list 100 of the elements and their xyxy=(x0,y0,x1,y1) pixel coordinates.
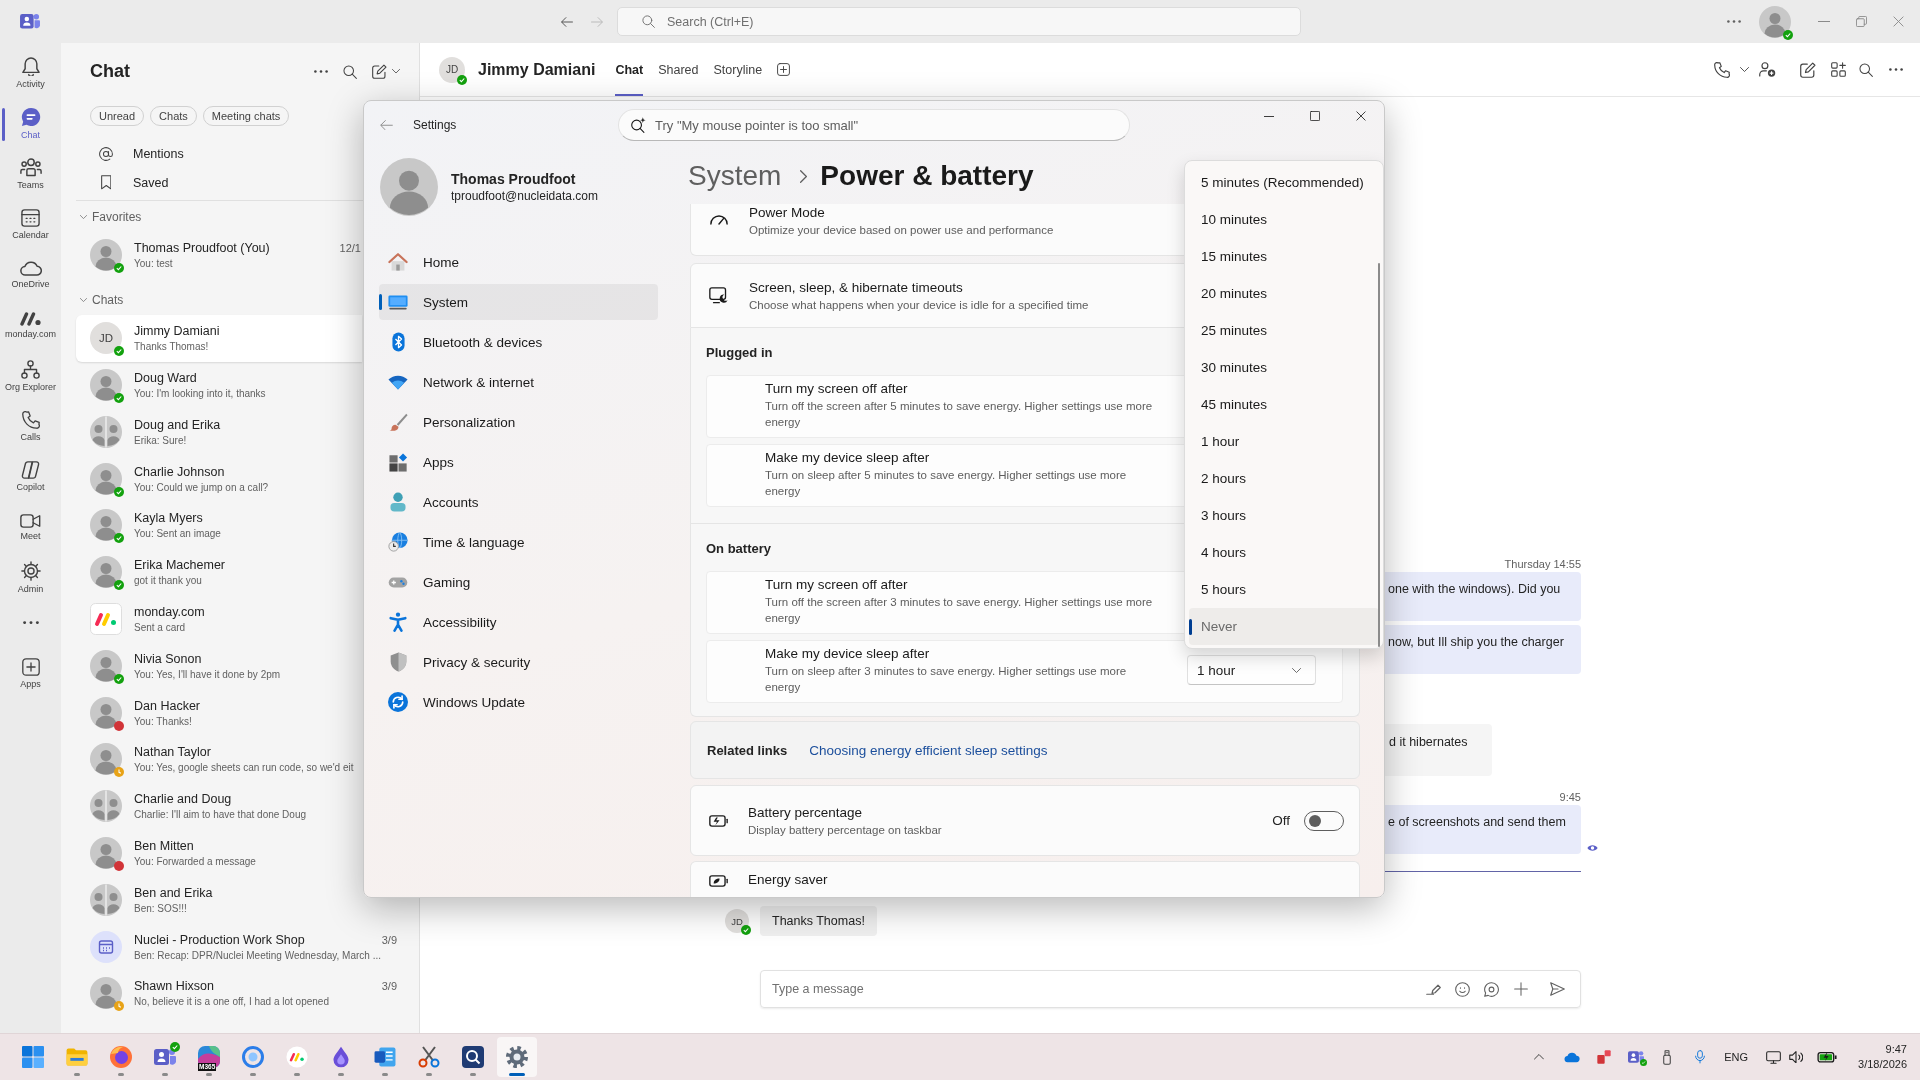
shortcut-item[interactable]: Mentions xyxy=(61,139,192,168)
menu-option[interactable]: 4 hours xyxy=(1189,534,1379,571)
menu-option[interactable]: Never xyxy=(1189,608,1379,645)
section-header[interactable]: Favorites xyxy=(61,209,148,225)
stacked-squares-icon[interactable] xyxy=(1597,1050,1612,1064)
menu-option[interactable]: 1 hour xyxy=(1189,423,1379,460)
tab[interactable]: Chat xyxy=(615,43,644,96)
more-icon[interactable] xyxy=(1727,20,1741,23)
message-field[interactable]: Type a message xyxy=(760,970,1581,1008)
chat-item[interactable]: Ben Mitten You: Forwarded a message xyxy=(76,829,362,877)
monitor-icon[interactable] xyxy=(1766,1050,1782,1064)
search-icon[interactable] xyxy=(1859,62,1873,77)
nav-item[interactable]: Accounts xyxy=(379,484,658,520)
menu-option[interactable]: 5 minutes (Recommended) xyxy=(1189,164,1379,201)
send-icon[interactable] xyxy=(1550,982,1565,996)
nav-item[interactable]: Time & language xyxy=(379,524,658,560)
app-rail-tab[interactable]: Apps xyxy=(0,648,61,700)
nav-item[interactable]: Privacy & security xyxy=(379,644,658,680)
app-rail-tab[interactable]: Chat xyxy=(0,98,61,149)
app-rail-tab[interactable]: Admin xyxy=(0,553,61,604)
app-rail-tab[interactable]: monday.com xyxy=(0,300,61,351)
language-indicator[interactable]: ENG xyxy=(1724,1051,1749,1063)
search-field[interactable]: Try "My mouse pointer is too small" xyxy=(618,109,1130,141)
nav-item[interactable]: Gaming xyxy=(379,564,658,600)
nav-item[interactable]: Home xyxy=(379,244,658,280)
grid-plus-icon[interactable] xyxy=(1831,62,1846,77)
app-rail-tab[interactable]: Activity xyxy=(0,48,61,99)
smiley-icon[interactable] xyxy=(1455,981,1470,997)
more-icon[interactable] xyxy=(1889,68,1903,71)
app-rail-tab[interactable]: Org Explorer xyxy=(0,351,61,402)
nav-item[interactable]: Bluetooth & devices xyxy=(379,324,658,360)
chat-item[interactable]: Doug Ward You: I'm looking into it, thanks xyxy=(76,361,362,409)
more-icon[interactable] xyxy=(22,620,39,624)
chevron-down-icon[interactable] xyxy=(392,69,400,74)
microphone-icon[interactable] xyxy=(1695,1050,1706,1064)
nav-item[interactable]: System xyxy=(379,284,658,320)
nav-item[interactable]: Accessibility xyxy=(379,604,658,640)
app-rail-tab[interactable]: Copilot xyxy=(0,452,61,503)
initials-avatar: JD xyxy=(90,322,122,355)
phone-icon[interactable] xyxy=(1714,61,1730,78)
app-rail-tab[interactable]: OneDrive xyxy=(0,250,61,301)
nav-item[interactable]: Personalization xyxy=(379,404,658,440)
scrollbar[interactable] xyxy=(1378,263,1380,647)
chat-item[interactable]: JD Jimmy Damiani Thanks Thomas! xyxy=(76,314,362,362)
people-tile-icon[interactable] xyxy=(20,14,40,29)
app-rail-tab[interactable]: Teams xyxy=(0,149,61,200)
battery-icon[interactable] xyxy=(1817,1050,1838,1064)
chat-item[interactable]: monday.com Sent a card xyxy=(76,595,362,643)
chat-item[interactable]: Dan Hacker You: Thanks! xyxy=(76,689,362,736)
menu-option[interactable]: 3 hours xyxy=(1189,497,1379,534)
chat-item[interactable]: Charlie Johnson You: Could we jump on a call? xyxy=(76,455,362,502)
close-icon[interactable] xyxy=(1356,111,1366,121)
profile-avatar[interactable] xyxy=(1759,5,1791,38)
menu-option[interactable]: 45 minutes xyxy=(1189,386,1379,423)
menu-option[interactable]: 30 minutes xyxy=(1189,349,1379,386)
cloud-icon[interactable] xyxy=(1564,1051,1581,1063)
chat-item[interactable]: Nivia Sonon You: Yes, I'll have it done by 2pm xyxy=(76,642,362,690)
compose-icon[interactable] xyxy=(372,64,387,79)
edit-square-icon[interactable] xyxy=(1800,61,1816,78)
taskbar-button[interactable] xyxy=(497,1037,537,1077)
tab[interactable]: Shared xyxy=(658,43,699,96)
chat-item[interactable]: Erika Machemer got it thank you xyxy=(76,548,362,596)
add-tab-icon[interactable] xyxy=(777,63,791,76)
clock[interactable]: 9:47 3/18/2026 xyxy=(1858,1042,1907,1072)
app-rail-tab[interactable]: Meet xyxy=(0,502,61,553)
tab[interactable]: Storyline xyxy=(713,43,763,96)
link[interactable]: Choosing energy efficient sleep settings xyxy=(809,742,1048,758)
chat-item[interactable]: Kayla Myers You: Sent an image xyxy=(76,502,362,549)
nav-item[interactable]: Windows Update xyxy=(379,684,658,720)
section-header[interactable]: Chats xyxy=(61,291,130,308)
chat-item[interactable]: Charlie and Doug Charlie: I'll aim to have that done Doug xyxy=(76,782,362,830)
minimize-icon[interactable] xyxy=(1264,115,1274,117)
chat-item[interactable]: Doug and Erika Erika: Sure! xyxy=(76,408,362,456)
person-add-icon[interactable] xyxy=(1759,61,1776,78)
nav-item[interactable]: Network & internet xyxy=(379,364,658,400)
breadcrumb-link[interactable]: System xyxy=(688,159,782,193)
pen-icon[interactable] xyxy=(1426,983,1441,995)
nav-item[interactable]: Apps xyxy=(379,444,658,480)
usb-drive-icon[interactable] xyxy=(1663,1049,1672,1065)
chevron-down-icon[interactable] xyxy=(1740,67,1749,72)
speaker-icon[interactable] xyxy=(1789,1050,1804,1064)
chat-item[interactable]: Thomas Proudfoot (You) 12/1 You: test xyxy=(76,232,362,279)
maximize-icon[interactable] xyxy=(1310,111,1320,121)
more-icon[interactable] xyxy=(314,70,328,73)
search-icon[interactable] xyxy=(343,64,357,79)
shortcut-item[interactable]: Saved xyxy=(61,168,177,197)
menu-option[interactable]: 2 hours xyxy=(1189,460,1379,497)
chat-item[interactable]: Nathan Taylor You: Yes, google sheets can run code, so we'd eit xyxy=(76,735,362,783)
app-rail-tab[interactable]: Calendar xyxy=(0,199,61,250)
setting-card[interactable]: Energy saver xyxy=(690,861,1360,897)
search-field[interactable]: Search (Ctrl+E) xyxy=(617,7,1301,36)
app-rail-tab[interactable]: Calls xyxy=(0,401,61,452)
chat-item[interactable]: Nuclei - Production Work Shop 3/9 Ben: Recap: DPR/Nuclei Meeting Wednesday, March ... xyxy=(76,923,411,970)
dropdown[interactable]: 1 hour xyxy=(1187,655,1316,685)
chat-item[interactable]: Ben and Erika Ben: SOS!!! xyxy=(76,876,362,924)
speech-bubble-icon[interactable] xyxy=(1484,981,1499,997)
people-tile-icon[interactable] xyxy=(1628,1051,1645,1063)
chat-item[interactable]: Shawn Hixson 3/9 No, believe it is a one off, I had a lot opened xyxy=(76,969,411,1017)
contact-name: Jimmy Damiani xyxy=(478,60,596,79)
menu-option[interactable]: 5 hours xyxy=(1189,571,1379,608)
